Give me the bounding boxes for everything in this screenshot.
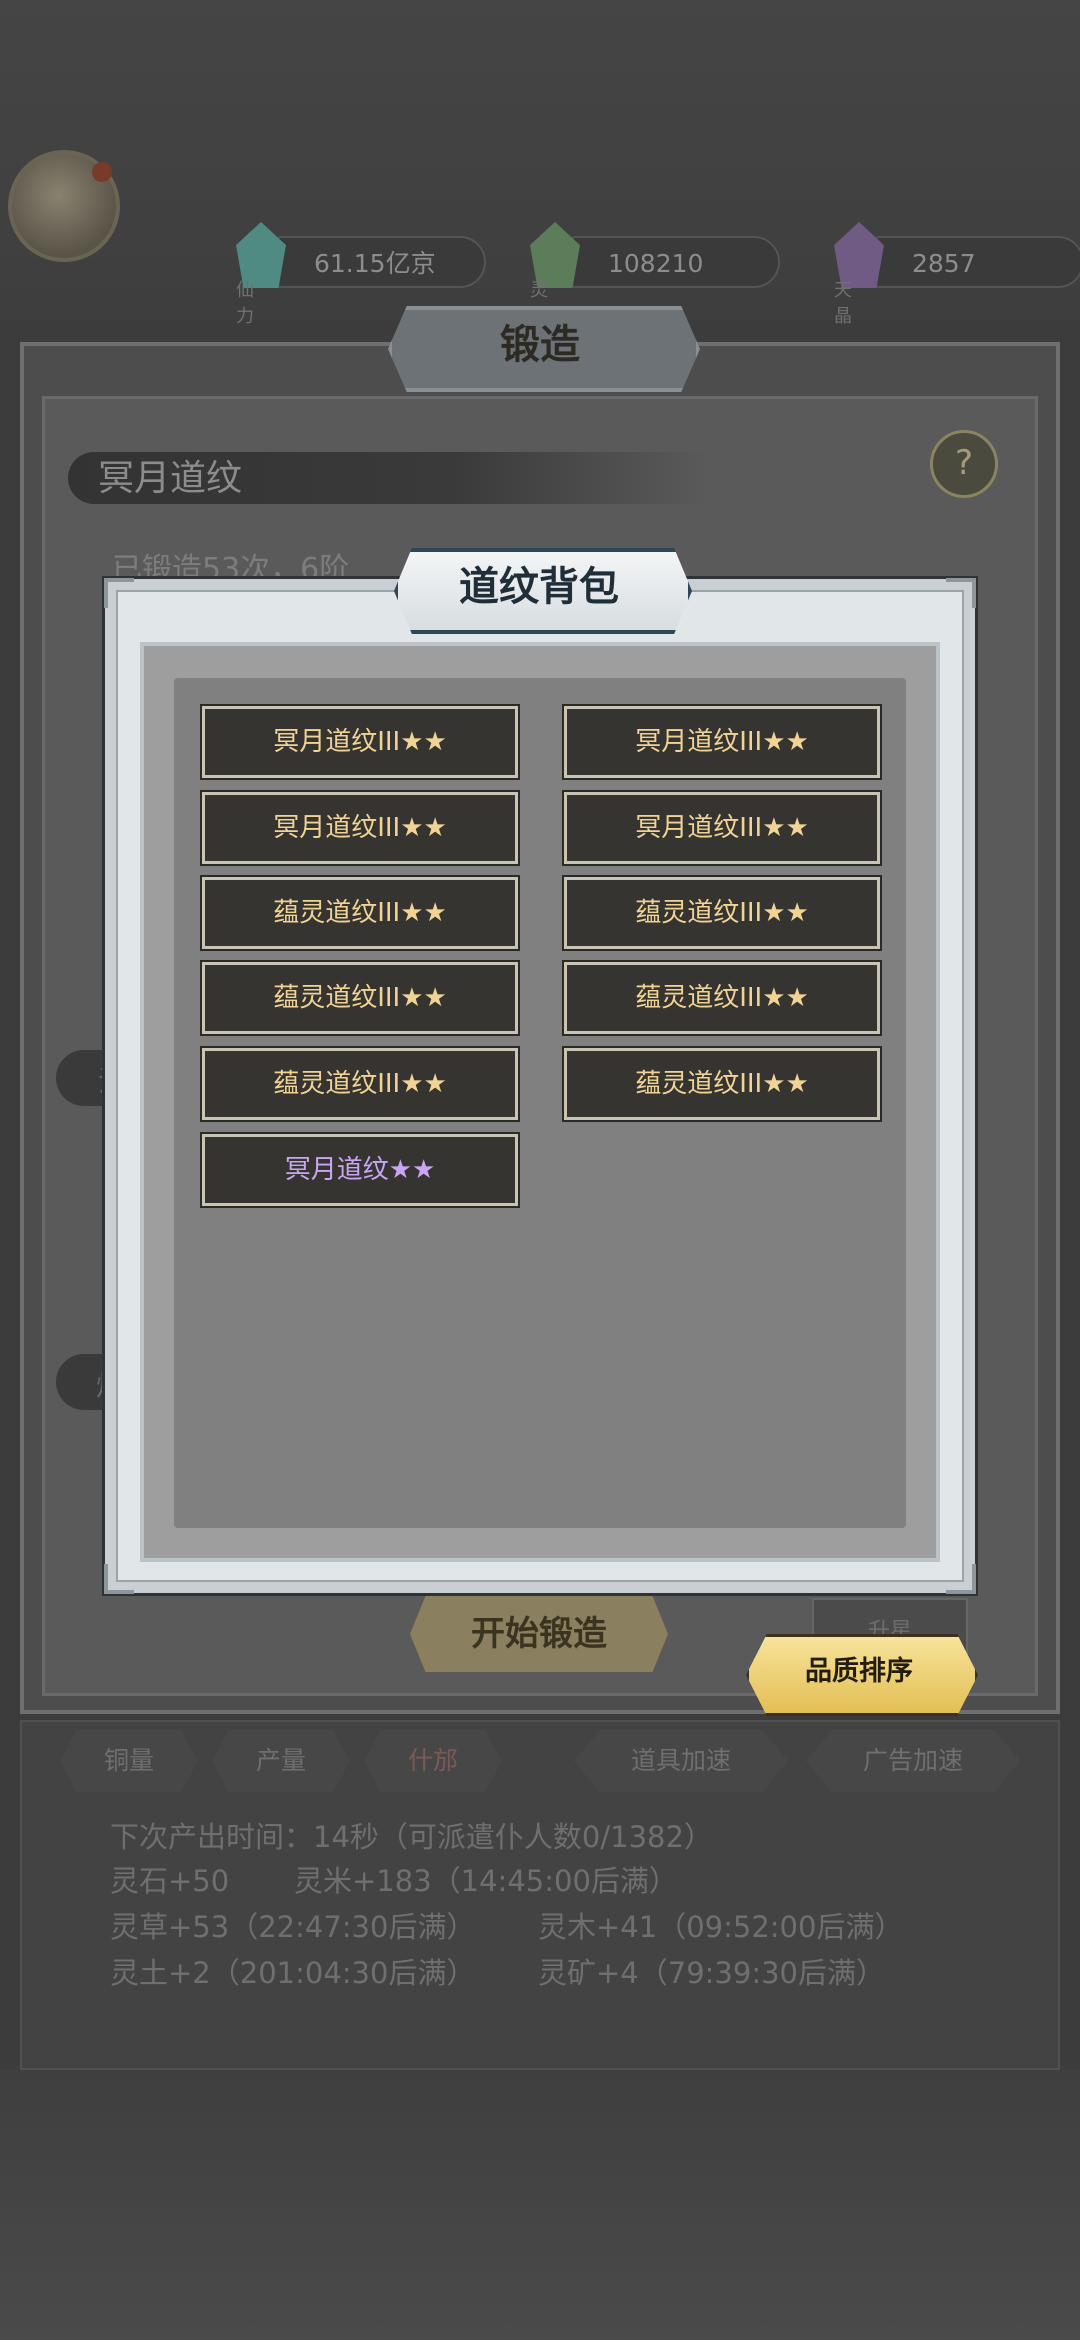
bag-item[interactable]: 蕴灵道纹III★★ bbox=[564, 877, 880, 949]
tab-output[interactable]: 产量 bbox=[212, 1730, 350, 1792]
yield-ore: 灵矿+4（79:39:30后满） bbox=[538, 1956, 885, 1990]
bag-title: 道纹背包 bbox=[459, 563, 619, 610]
next-output-time: 下次产出时间：14秒（可派遣仆人数0/1382） bbox=[110, 1820, 713, 1854]
resource-value: 108210 bbox=[570, 236, 780, 288]
notification-dot bbox=[92, 162, 112, 182]
start-forge-label: 开始锻造 bbox=[471, 1614, 607, 1654]
quality-sort-label: 品质排序 bbox=[805, 1656, 913, 1687]
yield-herb: 灵草+53（22:47:30后满） bbox=[110, 1910, 476, 1944]
frame-corner bbox=[946, 1564, 976, 1594]
yield-soil: 灵土+2（201:04:30后满） bbox=[110, 1956, 476, 1990]
bag-item[interactable]: 冥月道纹III★★ bbox=[564, 792, 880, 864]
bag-item[interactable]: 冥月道纹★★ bbox=[202, 1134, 518, 1206]
recipe-name: 冥月道纹 bbox=[98, 458, 243, 499]
player-avatar[interactable] bbox=[8, 150, 120, 262]
tab-servants[interactable]: 什邡 bbox=[364, 1730, 502, 1792]
bag-item[interactable]: 冥月道纹III★★ bbox=[202, 792, 518, 864]
help-button[interactable]: ? bbox=[930, 430, 998, 498]
background-floor bbox=[0, 2070, 1080, 2340]
frame-corner bbox=[104, 1564, 134, 1594]
tab-ad-speedup[interactable]: 广告加速 bbox=[806, 1730, 1020, 1792]
tab-copper[interactable]: 铜量 bbox=[60, 1730, 198, 1792]
bag-item[interactable]: 蕴灵道纹III★★ bbox=[564, 1048, 880, 1120]
resource-value: 2857 bbox=[874, 236, 1080, 288]
resource-value: 61.15亿京 bbox=[276, 236, 486, 288]
bag-item[interactable]: 蕴灵道纹III★★ bbox=[202, 962, 518, 1034]
tab-item-speedup[interactable]: 道具加速 bbox=[574, 1730, 788, 1792]
resource-label: 仙力 bbox=[236, 280, 254, 327]
yield-wood: 灵木+41（09:52:00后满） bbox=[538, 1910, 904, 1944]
frame-corner bbox=[946, 578, 976, 608]
frame-corner bbox=[104, 578, 134, 608]
bag-item[interactable]: 蕴灵道纹III★★ bbox=[202, 1048, 518, 1120]
bag-item[interactable]: 冥月道纹III★★ bbox=[202, 706, 518, 778]
bag-item[interactable]: 蕴灵道纹III★★ bbox=[564, 962, 880, 1034]
resource-label: 天晶 bbox=[834, 280, 852, 327]
yield-stone: 灵石+50 bbox=[110, 1864, 230, 1898]
bag-item[interactable]: 蕴灵道纹III★★ bbox=[202, 877, 518, 949]
yield-rice: 灵米+183（14:45:00后满） bbox=[294, 1864, 678, 1898]
forge-title: 锻造 bbox=[500, 321, 580, 368]
bag-item[interactable]: 冥月道纹III★★ bbox=[564, 706, 880, 778]
